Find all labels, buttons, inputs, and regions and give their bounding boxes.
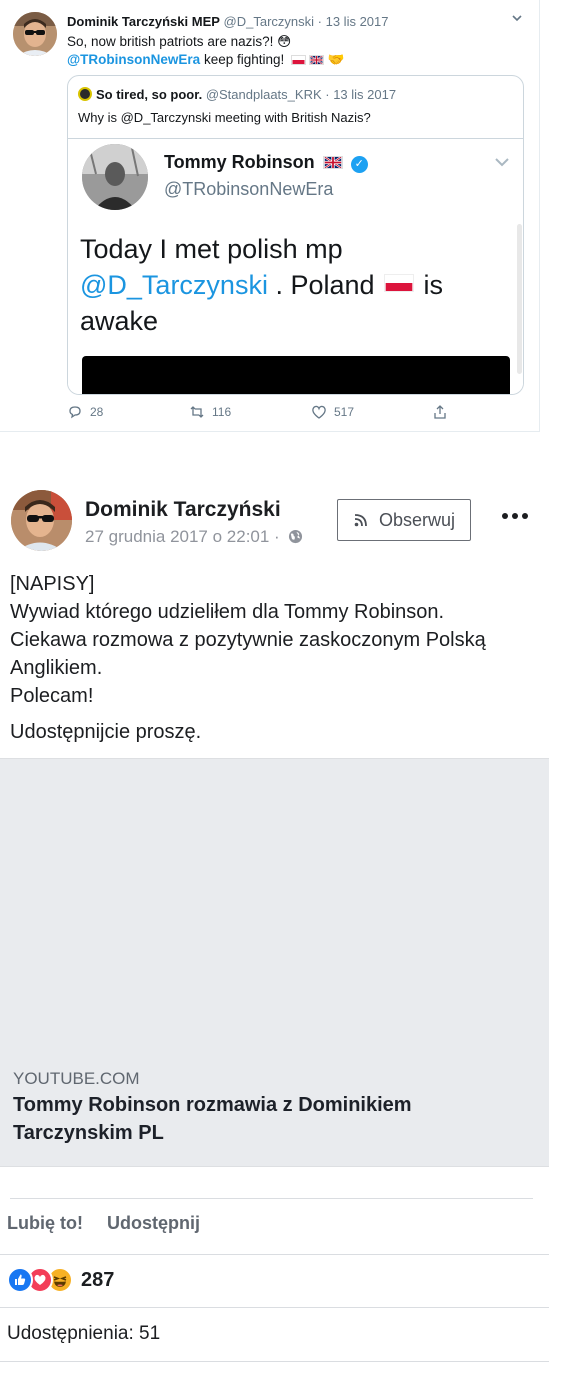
tweet-header: Dominik Tarczyński MEP @D_Tarczynski · 1…: [67, 14, 389, 29]
tweet-author-handle[interactable]: @D_Tarczynski: [224, 14, 315, 29]
post-body: [NAPISY] Wywiad którego udzieliłem dla T…: [10, 570, 540, 746]
dot-icon: [522, 513, 528, 519]
reply-button[interactable]: 28: [67, 404, 103, 420]
post-body-line: Wywiad którego udzieliłem dla Tommy Robi…: [10, 601, 445, 623]
retweet-count: 116: [212, 405, 232, 419]
divider: [0, 1307, 549, 1308]
screenshot-scrollbar: [517, 224, 522, 374]
chevron-down-icon[interactable]: [511, 12, 523, 24]
dot-icon: [502, 513, 508, 519]
shares-count[interactable]: Udostępnienia: 51: [7, 1323, 160, 1345]
tweet-date[interactable]: 13 lis 2017: [326, 14, 389, 29]
flushed-emoji-icon: 😳: [277, 34, 292, 49]
quoted-tweet-text: Why is @D_Tarczynski meeting with Britis…: [78, 110, 371, 125]
tweet-text-line2: keep fighting!: [200, 52, 285, 67]
screenshot-black-media: [82, 356, 510, 394]
post-body-line: [NAPISY]: [10, 573, 95, 595]
tweet-mention-link[interactable]: @TRobinsonNewEra: [67, 52, 200, 67]
tweet-actions: 28 116 517: [67, 404, 467, 422]
screenshot-mention: @D_Tarczynski: [80, 270, 268, 300]
share-icon: [434, 405, 446, 419]
verified-badge-icon: ✓: [350, 156, 368, 173]
tweet-author-name[interactable]: Dominik Tarczyński MEP: [67, 14, 220, 29]
like-button[interactable]: 517: [311, 404, 354, 420]
quoted-tweet-header: So tired, so poor. @Standplaats_KRK · 13…: [78, 87, 396, 102]
rss-follow-icon: [354, 514, 367, 527]
share-post-button[interactable]: Udostępnij: [107, 1213, 200, 1234]
screenshot-avatar: [82, 144, 148, 210]
link-preview-card[interactable]: YOUTUBE.COM Tommy Robinson rozmawia z Do…: [0, 758, 549, 1167]
globe-icon: [289, 529, 303, 544]
tweet-text-line1: So, now british patriots are nazis?!: [67, 34, 274, 49]
divider: [0, 1254, 549, 1255]
facebook-post: Dominik Tarczyński 27 grudnia 2017 o 22:…: [0, 470, 549, 1381]
post-author-name[interactable]: Dominik Tarczyński: [85, 498, 281, 522]
heart-icon: [312, 405, 326, 419]
tweet-separator: ·: [314, 14, 326, 29]
more-options-button[interactable]: [499, 506, 531, 526]
screenshot-text: Today I met polish mp @D_Tarczynski . Po…: [80, 231, 510, 339]
poland-flag-icon: [384, 274, 415, 292]
post-timestamp-row: 27 grudnia 2017 o 22:01 ·: [85, 527, 303, 547]
post-timestamp[interactable]: 27 grudnia 2017 o 22:01: [85, 527, 269, 546]
like-reaction-icon: [7, 1267, 33, 1293]
post-body-line: Polecam!: [10, 685, 94, 707]
quoted-tweet[interactable]: So tired, so poor. @Standplaats_KRK · 13…: [67, 75, 524, 395]
post-actions: Lubię to! Udostępnij: [7, 1213, 200, 1234]
quoted-image-screenshot: Tommy Robinson ✓ @TRobinsonNewEra Today …: [68, 139, 523, 394]
follow-button[interactable]: Obserwuj: [337, 499, 471, 541]
quoted-author-handle: @Standplaats_KRK: [205, 87, 322, 102]
screenshot-handle: @TRobinsonNewEra: [164, 179, 334, 199]
post-body-line: Ciekawa rozmowa z pozytywnie zaskoczonym…: [10, 629, 486, 679]
uk-flag-icon: [322, 156, 343, 169]
screenshot-name: Tommy Robinson ✓: [164, 152, 368, 173]
divider: [0, 1361, 549, 1362]
divider: [10, 1198, 533, 1199]
uk-flag-icon: [309, 55, 325, 65]
quoted-date: 13 lis 2017: [333, 87, 397, 102]
reply-icon: [69, 406, 81, 419]
share-tweet-button[interactable]: [432, 404, 448, 420]
like-post-button[interactable]: Lubię to!: [7, 1213, 83, 1234]
post-author-avatar[interactable]: [11, 490, 72, 551]
dot-icon: [512, 513, 518, 519]
reactions-count: 287: [81, 1268, 115, 1291]
like-count: 517: [334, 405, 355, 419]
tweet-author-avatar[interactable]: [13, 12, 57, 56]
screenshot-text-mid: . Poland: [267, 270, 383, 300]
handshake-emoji-icon: 🤝: [327, 52, 345, 67]
link-source: YOUTUBE.COM: [13, 1069, 140, 1088]
reactions-summary[interactable]: 287: [7, 1266, 114, 1294]
retweet-icon: [190, 406, 204, 418]
quoted-author-avatar: [78, 87, 92, 101]
poland-flag-icon: [291, 55, 307, 65]
reply-count: 28: [90, 405, 104, 419]
post-body-extra: Udostępnijcie proszę.: [10, 721, 202, 743]
tweet-card: Dominik Tarczyński MEP @D_Tarczynski · 1…: [0, 0, 540, 432]
screenshot-text-start: Today I met polish mp: [80, 234, 343, 264]
retweet-button[interactable]: 116: [189, 404, 231, 420]
quoted-author-name: So tired, so poor.: [96, 87, 203, 102]
tweet-text: So, now british patriots are nazis?! 😳 @…: [67, 33, 345, 69]
follow-button-label: Obserwuj: [378, 509, 456, 530]
chevron-down-icon: [495, 158, 509, 167]
screenshot-name-text: Tommy Robinson: [164, 152, 315, 172]
timestamp-separator: ·: [269, 527, 285, 546]
quoted-separator: ·: [321, 87, 334, 102]
link-title[interactable]: Tommy Robinson rozmawia z Dominikiem Tar…: [13, 1091, 493, 1147]
